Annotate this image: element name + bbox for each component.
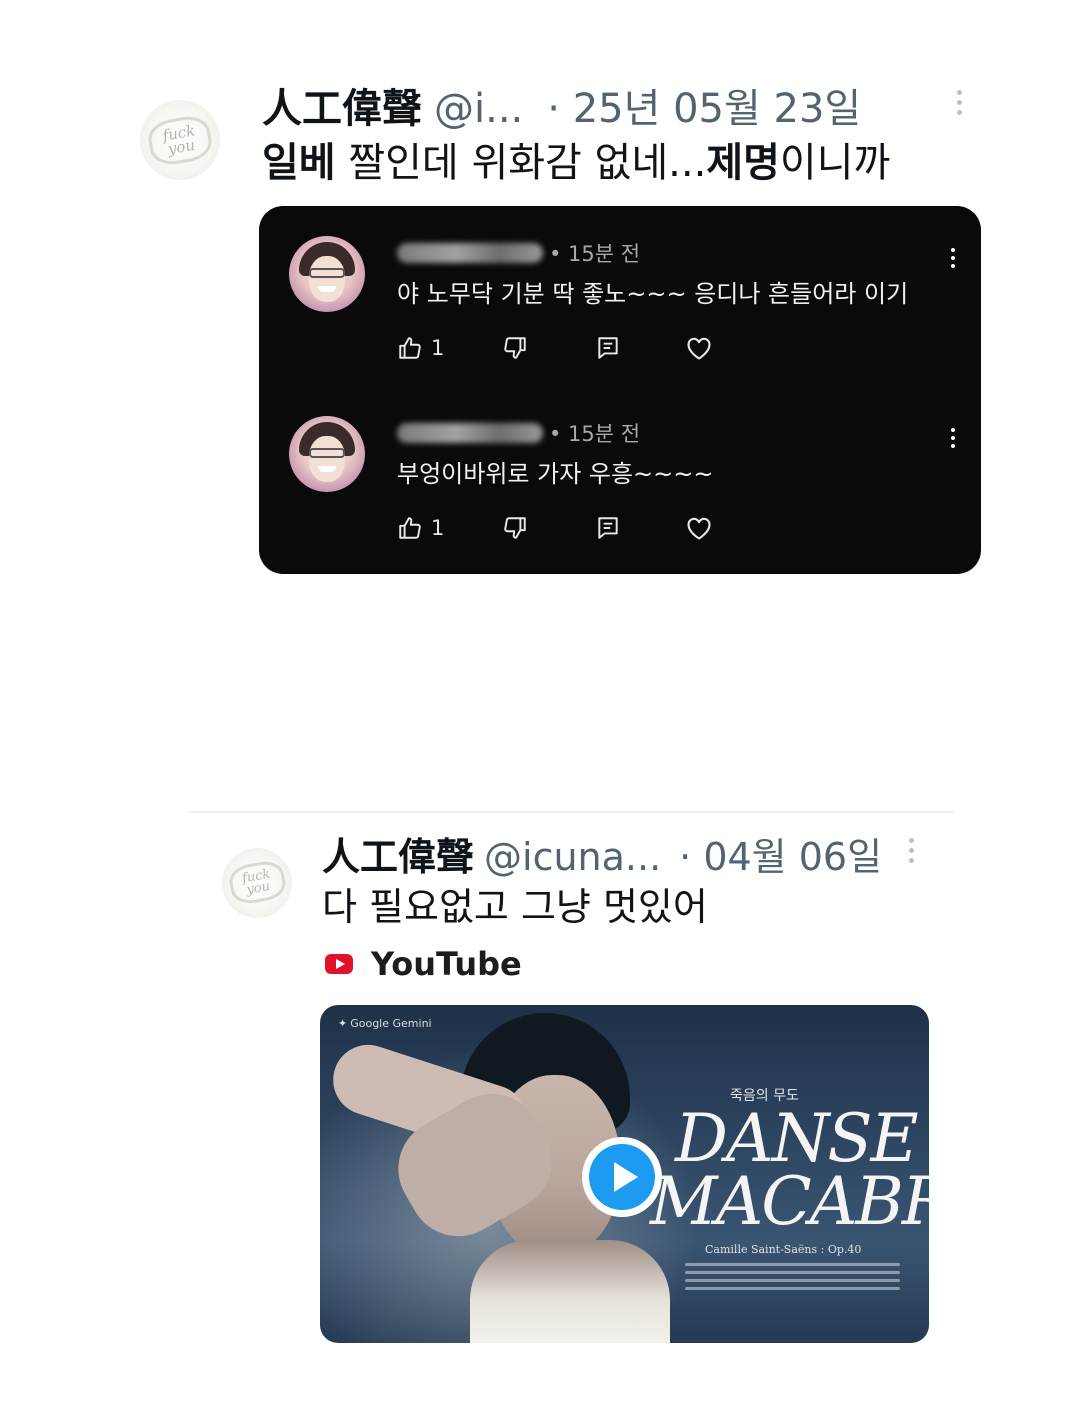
reply-action <box>595 515 621 541</box>
comment-meta: • 15분 전 <box>397 238 640 268</box>
tweet2-display-name[interactable]: 人工偉聲 <box>322 826 474 881</box>
skater-costume <box>470 1240 670 1343</box>
comment-text: 부엉이바위로 가자 우흥~~~~ <box>397 460 714 488</box>
dislike-action <box>502 515 528 541</box>
heart-action <box>685 515 713 541</box>
thumbs-up-icon <box>399 517 421 539</box>
comment-meta: • 15분 전 <box>397 418 640 448</box>
like-count: 1 <box>431 336 445 360</box>
video-credit-line <box>685 1271 900 1274</box>
more-vertical-icon <box>951 248 955 268</box>
tweet1-display-name[interactable]: 人工偉聲 <box>262 76 422 134</box>
embedded-comments-image[interactable]: • 15분 전 야 노무닥 기분 딱 좋노~~~ 응디나 흔들어라 이기 1 •… <box>259 206 981 574</box>
tweet1-text-bold-2: 제명 <box>706 140 780 186</box>
tweet1-avatar[interactable]: fuck you <box>140 100 220 180</box>
tweet2-more-icon[interactable] <box>909 838 914 863</box>
youtube-source-label[interactable]: YouTube <box>325 945 522 983</box>
blurred-username <box>397 243 543 263</box>
video-composer: Camille Saint-Saëns : Op.40 <box>705 1243 862 1256</box>
heart-action <box>685 335 713 361</box>
tweet1-header: 人工偉聲 @i... · 25년 05월 23일 <box>262 76 861 134</box>
avatar-logo-text: fuck you <box>240 866 272 898</box>
like-action: 1 <box>397 335 444 361</box>
gemini-badge: ✦ Google Gemini <box>338 1017 432 1030</box>
youtube-source-text: YouTube <box>371 945 522 983</box>
tweet1-text-part-2: 짤인데 위화감 없네... <box>335 140 707 186</box>
tweet2-avatar[interactable]: fuck you <box>222 848 292 918</box>
comment: • 15분 전 부엉이바위로 가자 우흥~~~~ 1 <box>259 386 981 566</box>
gemini-badge-text: Google Gemini <box>350 1017 432 1030</box>
gemini-spark-icon: ✦ <box>338 1017 348 1030</box>
commenter-avatar <box>289 236 365 312</box>
comment-actions: 1 <box>397 515 737 545</box>
youtube-logo-icon <box>325 954 353 974</box>
thumbs-down-icon <box>504 337 526 359</box>
video-credit-line <box>685 1287 900 1290</box>
tweet2-handle[interactable]: @icuna... <box>484 835 661 879</box>
comment-time: • 15분 전 <box>549 242 641 266</box>
video-credit-line <box>685 1263 900 1266</box>
thumbs-up-icon <box>399 337 421 359</box>
tweet-divider <box>188 811 955 813</box>
tweet2-header: 人工偉聲 @icuna... · 04월 06일 <box>322 826 882 881</box>
heart-icon <box>687 337 711 360</box>
tweet1-text: 일베 짤인데 위화감 없네...제명이니까 <box>262 130 890 188</box>
commenter-avatar <box>289 416 365 492</box>
play-icon <box>589 1144 655 1210</box>
avatar-logo-ring: fuck you <box>145 112 215 168</box>
like-count: 1 <box>431 516 445 540</box>
tweet1-handle[interactable]: @i... <box>434 86 523 132</box>
comment-time: • 15분 전 <box>549 422 641 446</box>
tweet1-text-bold-1: 일베 <box>262 140 336 186</box>
reply-icon <box>598 517 618 539</box>
tweet2-date[interactable]: · 04월 06일 <box>679 826 882 881</box>
dislike-action <box>502 335 528 361</box>
tweet1-text-part-4: 이니까 <box>779 140 891 186</box>
play-button[interactable] <box>582 1137 662 1217</box>
tweet2-text: 다 필요없고 그냥 멋있어 <box>322 885 708 929</box>
tweet1-more-icon[interactable] <box>957 90 962 115</box>
heart-icon <box>687 517 711 540</box>
comment-actions: 1 <box>397 335 737 365</box>
reply-icon <box>598 337 618 359</box>
video-credit-line <box>685 1279 900 1282</box>
avatar-logo-ring: fuck you <box>226 858 288 908</box>
reply-action <box>595 335 621 361</box>
tweet1-date[interactable]: · 25년 05월 23일 <box>547 76 861 134</box>
more-vertical-icon <box>951 428 955 448</box>
comment: • 15분 전 야 노무닥 기분 딱 좋노~~~ 응디나 흔들어라 이기 1 <box>259 206 981 386</box>
thumbs-down-icon <box>504 517 526 539</box>
video-title-line2: MACABRE <box>650 1163 929 1240</box>
like-action: 1 <box>397 515 444 541</box>
comment-text: 야 노무닥 기분 딱 좋노~~~ 응디나 흔들어라 이기 <box>397 280 909 308</box>
blurred-username <box>397 423 543 443</box>
avatar-logo-text: fuck you <box>161 121 197 159</box>
youtube-video-thumbnail[interactable]: ✦Google Gemini 죽음의 무도 DANSE MACABRE Cami… <box>320 1005 929 1343</box>
